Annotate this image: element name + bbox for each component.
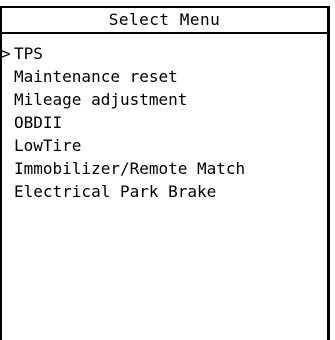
menu-item-immobilizer-remote-match[interactable]: Immobilizer/Remote Match — [2, 157, 327, 180]
menu-item-obdii[interactable]: OBDII — [2, 111, 327, 134]
menu-item-label: Maintenance reset — [14, 67, 178, 86]
select-menu-list: > TPS Maintenance reset Mileage adjustme… — [1, 42, 327, 203]
device-screen: Select Menu > TPS Maintenance reset Mile… — [0, 6, 330, 340]
selection-cursor-icon: > — [1, 44, 11, 63]
menu-item-label: Immobilizer/Remote Match — [14, 159, 246, 178]
menu-item-label: Mileage adjustment — [14, 90, 188, 109]
page-title: Select Menu — [2, 6, 327, 34]
menu-item-tps[interactable]: > TPS — [1, 42, 327, 65]
menu-item-electrical-park-brake[interactable]: Electrical Park Brake — [2, 180, 327, 203]
menu-item-label: OBDII — [14, 113, 63, 132]
menu-item-label: LowTire — [14, 136, 82, 155]
menu-item-maintenance-reset[interactable]: Maintenance reset — [2, 65, 327, 88]
menu-item-mileage-adjustment[interactable]: Mileage adjustment — [2, 88, 327, 111]
menu-item-lowtire[interactable]: LowTire — [2, 134, 327, 157]
menu-item-label: TPS — [14, 44, 43, 63]
menu-item-label: Electrical Park Brake — [14, 182, 217, 201]
